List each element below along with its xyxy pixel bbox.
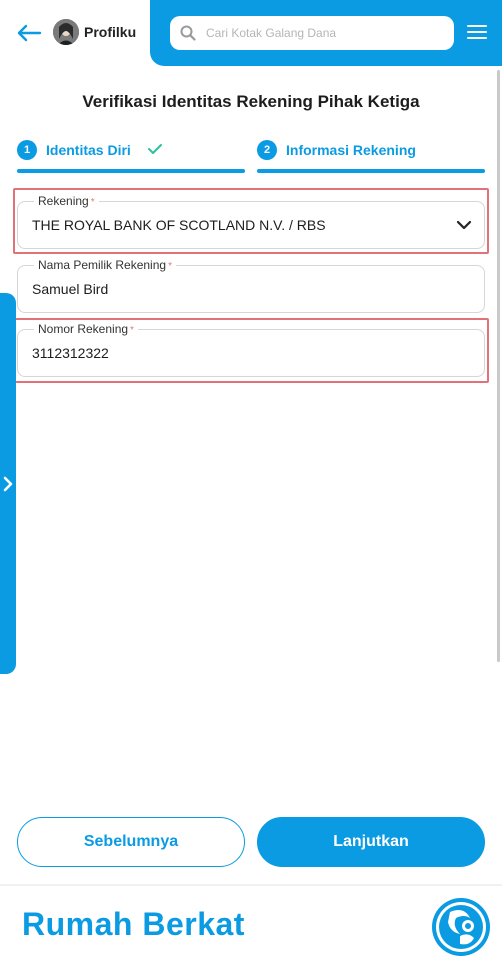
- nomor-rekening-label: Nomor Rekening *: [34, 322, 138, 336]
- header-search-bar: [150, 0, 502, 66]
- step-number-badge: 2: [257, 140, 277, 160]
- chevron-right-icon: [3, 476, 13, 492]
- nama-pemilik-field[interactable]: Nama Pemilik Rekening * Samuel Bird: [17, 258, 485, 313]
- top-header: Profilku: [0, 0, 502, 66]
- footer-divider: [0, 884, 502, 886]
- brand-name: Rumah Berkat: [22, 906, 245, 942]
- step-label: Informasi Rekening: [286, 142, 416, 158]
- nomor-rekening-field[interactable]: Nomor Rekening * 3112312322: [17, 322, 485, 377]
- next-button[interactable]: Lanjutkan: [257, 817, 485, 867]
- page: Profilku Verifikasi Identitas Rekening P…: [0, 0, 502, 968]
- hamburger-menu-icon[interactable]: [467, 25, 487, 41]
- step-progress-bar: [17, 169, 245, 173]
- scrollbar[interactable]: [497, 70, 500, 662]
- rekening-label: Rekening *: [34, 194, 99, 208]
- rekening-value: THE ROYAL BANK OF SCOTLAND N.V. / RBS: [32, 217, 326, 233]
- profile-link[interactable]: Profilku: [84, 24, 136, 40]
- avatar[interactable]: [53, 19, 79, 45]
- back-button[interactable]: [16, 20, 42, 46]
- avatar-image: [53, 19, 79, 45]
- step-informasi-rekening[interactable]: 2 Informasi Rekening: [257, 138, 485, 174]
- rekening-select[interactable]: Rekening * THE ROYAL BANK OF SCOTLAND N.V…: [17, 194, 485, 249]
- nama-pemilik-label: Nama Pemilik Rekening *: [34, 258, 176, 272]
- arrow-left-icon: [17, 24, 42, 42]
- step-number-badge: 1: [17, 140, 37, 160]
- search-box[interactable]: [170, 16, 454, 50]
- step-identitas-diri[interactable]: 1 Identitas Diri: [17, 138, 245, 174]
- chevron-down-icon: [456, 220, 472, 230]
- step-label: Identitas Diri: [46, 142, 131, 158]
- page-title: Verifikasi Identitas Rekening Pihak Keti…: [82, 92, 420, 111]
- nama-pemilik-value: Samuel Bird: [32, 281, 109, 297]
- nomor-rekening-value: 3112312322: [32, 345, 109, 361]
- search-input[interactable]: [206, 16, 446, 50]
- header-profile-area: Profilku: [0, 0, 150, 66]
- step-progress-bar: [257, 169, 485, 173]
- search-icon: [180, 25, 196, 41]
- side-drawer-toggle[interactable]: [0, 293, 16, 674]
- previous-button[interactable]: Sebelumnya: [17, 817, 245, 867]
- check-icon: [148, 144, 162, 154]
- brand-logo-icon: [432, 898, 490, 956]
